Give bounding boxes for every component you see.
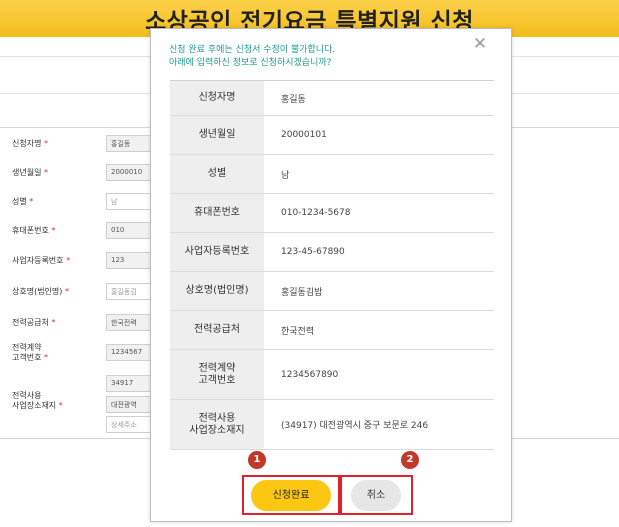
table-row: 사업자등록번호 123-45-67890: [170, 233, 494, 272]
row-label: 전력사용 사업장소재지: [170, 400, 264, 449]
confirm-modal: ✕ 신청 완료 후에는 신청서 수정이 불가합니다. 아래에 입력하신 정보로 …: [150, 28, 512, 522]
row-value: 홍길동: [281, 94, 306, 105]
field-label: 전력공급처: [12, 318, 49, 327]
step-badge-1: 1: [248, 451, 266, 469]
birthdate-input[interactable]: 2000010: [106, 164, 156, 181]
row-label: 사업자등록번호: [170, 233, 264, 271]
field-label: 사업자등록번호: [12, 256, 64, 265]
field-label: 전력계약 고객번호: [12, 343, 42, 362]
row-value: 한국전력: [281, 326, 315, 337]
required-mark: *: [44, 139, 48, 148]
cancel-button[interactable]: 취소: [351, 480, 401, 511]
required-mark: *: [51, 318, 56, 327]
gender-input[interactable]: 남: [106, 193, 156, 210]
table-row: 상호명(법인명) 홍길동김밥: [170, 272, 494, 311]
required-mark: *: [29, 197, 34, 206]
row-value: 1234567890: [281, 369, 339, 380]
row-value: 123-45-67890: [281, 247, 345, 257]
notice-line: 신청 완료 후에는 신청서 수정이 불가합니다.: [169, 45, 336, 55]
field-label: 전력사용 사업장소재지: [12, 391, 57, 410]
table-row: 전력공급처 한국전력: [170, 311, 494, 350]
row-value: 010-1234-5678: [281, 208, 351, 218]
row-label: 성별: [170, 155, 264, 193]
applicant-name-input[interactable]: 홍길동: [106, 135, 156, 152]
row-label: 상호명(법인명): [170, 272, 264, 310]
required-mark: *: [51, 226, 56, 235]
row-label: 전력계약 고객번호: [170, 350, 264, 399]
divider: [508, 127, 619, 128]
field-label: 성별: [12, 197, 27, 206]
modal-notice: 신청 완료 후에는 신청서 수정이 불가합니다. 아래에 입력하신 정보로 신청…: [169, 44, 459, 70]
power-supplier-input[interactable]: 한국전력: [106, 314, 156, 331]
required-mark: *: [44, 168, 48, 177]
row-label: 생년월일: [170, 116, 264, 154]
row-value: 20000101: [281, 130, 327, 140]
required-mark: *: [44, 353, 48, 362]
table-row: 신청자명 홍길동: [170, 81, 494, 116]
address-input[interactable]: 대전광역: [106, 396, 156, 413]
business-number-input[interactable]: 123: [106, 252, 156, 269]
required-mark: *: [66, 256, 71, 265]
field-label: 휴대폰번호: [12, 226, 49, 235]
table-row: 휴대폰번호 010-1234-5678: [170, 194, 494, 233]
required-mark: *: [58, 401, 63, 410]
field-label: 신청자명: [12, 139, 42, 148]
required-mark: *: [64, 287, 69, 296]
row-value: 홍길동김밥: [281, 287, 323, 298]
row-label: 전력공급처: [170, 311, 264, 349]
row-value: 남: [281, 170, 290, 181]
row-label: 신청자명: [170, 81, 264, 115]
table-row: 전력사용 사업장소재지 (34917) 대전광역시 중구 보문로 246: [170, 400, 494, 450]
close-icon[interactable]: ✕: [471, 35, 489, 53]
notice-line: 아래에 입력하신 정보로 신청하시겠습니까?: [169, 58, 332, 68]
zipcode-input[interactable]: 34917: [106, 375, 156, 392]
contract-number-input[interactable]: 1234567: [106, 344, 156, 361]
table-row: 전력계약 고객번호 1234567890: [170, 350, 494, 400]
table-row: 생년월일 20000101: [170, 116, 494, 155]
submit-button[interactable]: 신청완료: [251, 480, 331, 511]
table-row: 성별 남: [170, 155, 494, 194]
field-label: 상호명(법인명): [12, 287, 63, 296]
row-value: (34917) 대전광역시 중구 보문로 246: [281, 421, 429, 431]
summary-table: 신청자명 홍길동 생년월일 20000101 성별 남 휴대폰번호 010-12…: [170, 80, 494, 450]
address-detail-input[interactable]: 상세주소: [106, 416, 156, 433]
business-name-input[interactable]: 홍길동김: [106, 283, 156, 300]
phone-input[interactable]: 010: [106, 222, 156, 239]
field-label: 생년월일: [12, 168, 42, 177]
step-badge-2: 2: [401, 451, 419, 469]
row-label: 휴대폰번호: [170, 194, 264, 232]
